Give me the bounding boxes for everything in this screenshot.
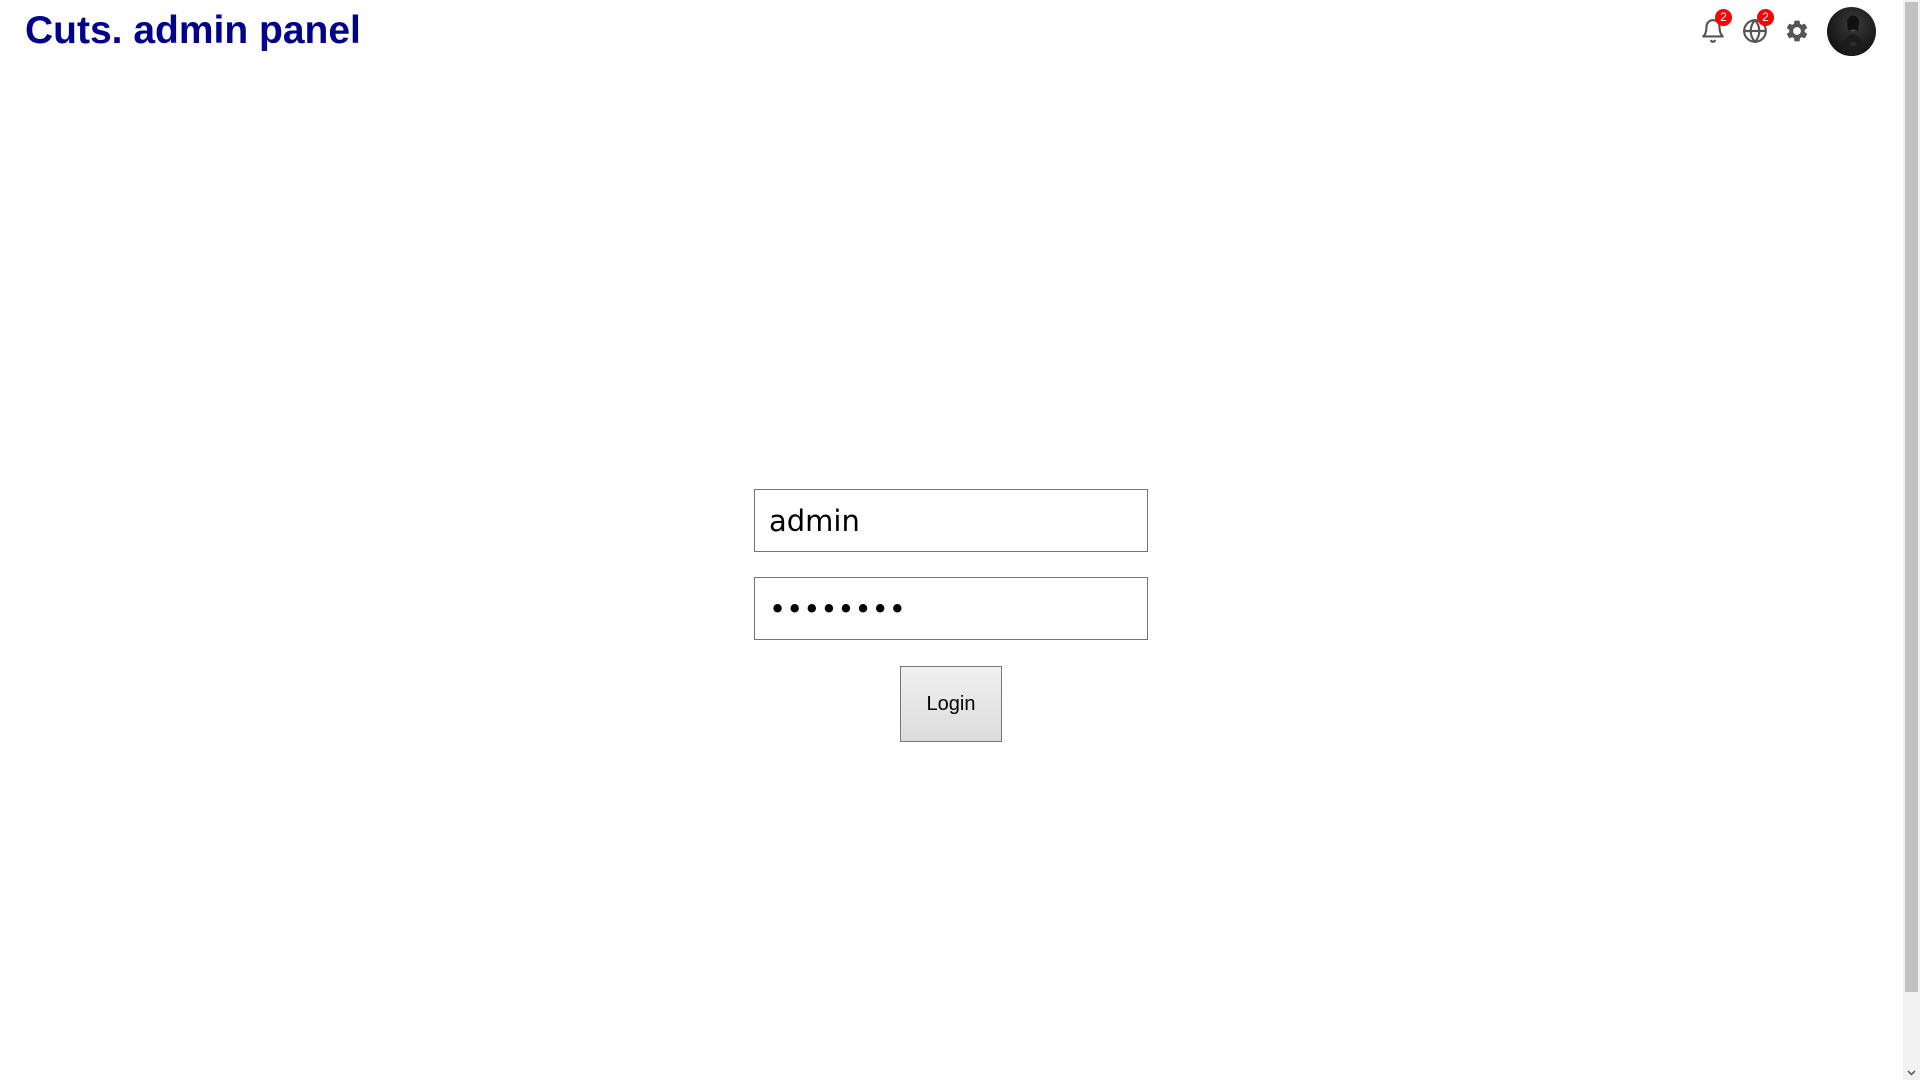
scroll-down-arrow[interactable] xyxy=(1903,1063,1920,1080)
username-input[interactable] xyxy=(754,489,1148,552)
login-button[interactable]: Login xyxy=(900,666,1002,742)
login-form: Login xyxy=(754,489,1148,742)
notifications-button[interactable]: 2 xyxy=(1697,9,1732,47)
app-root: Cuts. admin panel 2 2 admin Login xyxy=(0,0,1920,1080)
header-actions: 2 2 xyxy=(1687,5,1876,57)
scrollbar-thumb[interactable] xyxy=(1905,2,1918,992)
gear-icon xyxy=(1784,18,1810,44)
page-title: Cuts. admin panel xyxy=(25,9,361,52)
language-button[interactable]: 2 xyxy=(1739,9,1774,47)
settings-button[interactable] xyxy=(1781,15,1813,47)
language-badge: 2 xyxy=(1757,9,1774,26)
password-input[interactable] xyxy=(754,577,1148,640)
vertical-scrollbar[interactable] xyxy=(1903,0,1920,1080)
avatar[interactable] xyxy=(1827,6,1876,56)
notifications-badge: 2 xyxy=(1715,9,1732,26)
chevron-down-icon xyxy=(1907,1063,1916,1080)
